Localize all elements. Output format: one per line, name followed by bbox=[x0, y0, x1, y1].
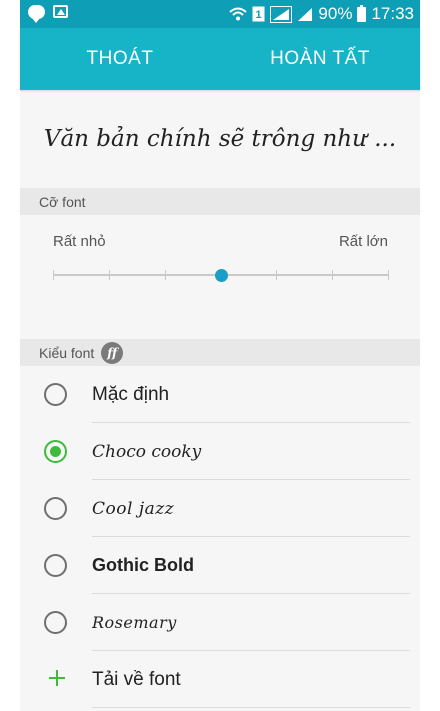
font-option-gothic-bold[interactable]: Gothic Bold bbox=[20, 537, 420, 594]
sim-1-icon: 1 bbox=[252, 6, 265, 22]
font-size-header-label: Cỡ font bbox=[39, 193, 86, 210]
font-option-label: Cool jazz bbox=[92, 498, 175, 519]
battery-icon bbox=[357, 4, 367, 22]
font-option-cool-jazz[interactable]: Cool jazz bbox=[20, 480, 420, 537]
slider-tick bbox=[108, 270, 110, 280]
font-style-header: Kiểu font ff bbox=[20, 339, 420, 366]
signal-icon bbox=[298, 7, 313, 21]
download-font-label: Tải về font bbox=[92, 668, 181, 690]
divider bbox=[92, 707, 410, 708]
slider-tick bbox=[164, 270, 166, 280]
slider-tick bbox=[388, 270, 389, 280]
top-action-bar: THOÁT HOÀN TẤT bbox=[20, 28, 420, 90]
plus-icon bbox=[46, 667, 68, 689]
slider-thumb[interactable] bbox=[214, 269, 228, 282]
font-style-list: Mặc định Choco cooky Cool jazz Gothic Bo… bbox=[20, 366, 420, 708]
wifi-icon bbox=[229, 7, 248, 21]
font-option-label: Rosemary bbox=[92, 613, 177, 632]
font-badge-icon: ff bbox=[101, 341, 124, 364]
radio-button[interactable] bbox=[44, 554, 67, 577]
svg-text:1: 1 bbox=[256, 9, 262, 21]
battery-percent: 90% bbox=[318, 4, 353, 23]
font-style-header-label: Kiểu font bbox=[39, 344, 95, 361]
size-max-label: Rất lớn bbox=[338, 233, 388, 250]
font-option-default[interactable]: Mặc định bbox=[20, 366, 420, 423]
done-button[interactable]: HOÀN TẤT bbox=[220, 28, 420, 90]
font-option-choco-cooky[interactable]: Choco cooky bbox=[20, 423, 420, 480]
signal-icon bbox=[270, 5, 293, 23]
chat-icon bbox=[28, 5, 45, 23]
font-size-header: Cỡ font bbox=[20, 188, 420, 215]
radio-button[interactable] bbox=[44, 497, 67, 520]
font-option-label: Mặc định bbox=[92, 383, 170, 405]
font-settings-screen: 1 90% 17:33 THOÁT HOÀN TẤT Văn bản chính… bbox=[20, 0, 420, 711]
status-bar: 1 90% 17:33 bbox=[20, 0, 420, 28]
image-icon bbox=[53, 5, 68, 18]
exit-button[interactable]: THOÁT bbox=[20, 28, 220, 90]
size-min-label: Rất nhỏ bbox=[53, 233, 106, 250]
clock: 17:33 bbox=[371, 4, 414, 23]
slider-tick bbox=[332, 270, 334, 280]
font-preview-text: Văn bản chính sẽ trông như ... bbox=[43, 126, 397, 152]
font-option-rosemary[interactable]: Rosemary bbox=[20, 594, 420, 651]
radio-button[interactable] bbox=[44, 440, 67, 463]
slider-tick bbox=[53, 270, 54, 280]
font-option-label: Gothic Bold bbox=[92, 555, 194, 575]
slider-tick bbox=[276, 270, 278, 280]
radio-button[interactable] bbox=[44, 611, 67, 634]
download-font-item[interactable]: Tải về font bbox=[20, 651, 420, 708]
font-size-control: Rất nhỏ Rất lớn bbox=[20, 215, 420, 339]
font-size-slider[interactable] bbox=[53, 269, 389, 282]
radio-button[interactable] bbox=[44, 383, 67, 406]
font-option-label: Choco cooky bbox=[92, 441, 202, 462]
